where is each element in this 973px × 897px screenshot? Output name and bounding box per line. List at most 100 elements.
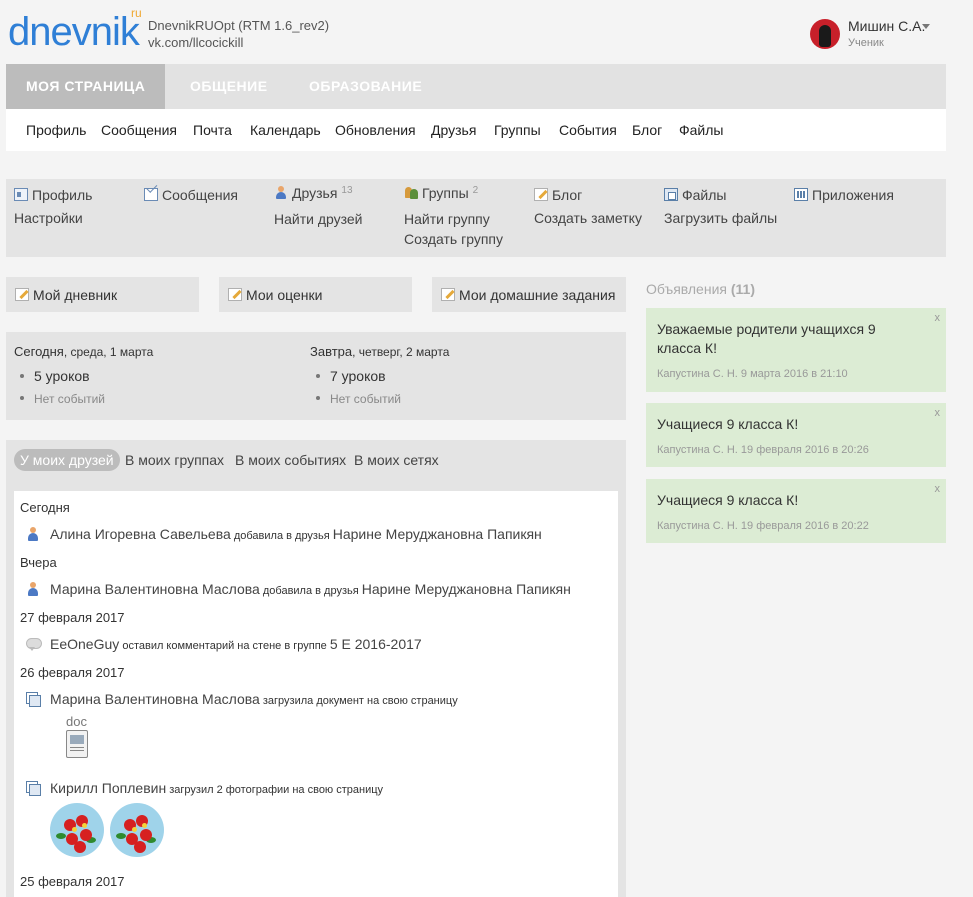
feed-actor[interactable]: Марина Валентиновна Маслова	[50, 691, 260, 707]
subnav-events[interactable]: События	[559, 122, 617, 138]
subnav-updates[interactable]: Обновления	[335, 122, 416, 138]
feed-tab-events[interactable]: В моих событиях	[235, 449, 346, 471]
announcement-text[interactable]: Учащиеся 9 класса К!	[657, 415, 919, 434]
day-today-title: Сегодня	[14, 344, 64, 359]
feed-item: EeOneGuy оставил комментарий на стене в …	[26, 636, 422, 652]
my-diary-button[interactable]: Мой дневник	[6, 277, 199, 312]
app-link[interactable]: vk.com/llcocickill	[148, 34, 329, 51]
feed-actor[interactable]: Марина Валентиновна Маслова	[50, 581, 260, 597]
feed-target[interactable]: 5 Е 2016-2017	[330, 636, 422, 652]
feed-actor[interactable]: Кирилл Поплевин	[50, 780, 166, 796]
quick-blog[interactable]: Блог	[534, 187, 582, 203]
announcements-count: (11)	[730, 281, 755, 297]
announcement-card[interactable]: Уважаемые родители учащихся 9 класса К! …	[646, 308, 946, 392]
announcements-label: Объявления	[646, 281, 727, 297]
close-icon[interactable]: x	[935, 312, 941, 324]
quick-upload-files[interactable]: Загрузить файлы	[664, 210, 777, 226]
avatar[interactable]	[810, 19, 840, 49]
user-icon	[26, 527, 40, 541]
tab-my-page[interactable]: МОЯ СТРАНИЦА	[6, 64, 166, 109]
logo[interactable]: dnevnik ru	[8, 6, 148, 56]
subnav-mail[interactable]: Почта	[193, 122, 232, 138]
feed-tab-friends[interactable]: У моих друзей	[14, 449, 120, 471]
bird-icon	[819, 25, 831, 47]
feed-tab-networks[interactable]: В моих сетях	[354, 449, 439, 471]
app-info: DnevnikRUOpt (RTM 1.6_rev2) vk.com/llcoc…	[148, 17, 329, 51]
subnav-friends[interactable]: Друзья	[431, 122, 476, 138]
subnav-files[interactable]: Файлы	[679, 122, 723, 138]
quick-links-panel: Профиль Настройки Сообщения Друзья 13 Най…	[6, 179, 946, 257]
day-today-lessons[interactable]: 5 уроков	[20, 368, 90, 384]
quick-messages[interactable]: Сообщения	[144, 187, 238, 203]
announcements-title[interactable]: Объявления (11)	[646, 281, 755, 297]
close-icon[interactable]: x	[935, 483, 941, 495]
document-file-icon[interactable]	[66, 730, 88, 758]
my-homework-button[interactable]: Мои домашние задания	[432, 277, 626, 312]
feed-target[interactable]: Нарине Меруджановна Папикян	[362, 581, 571, 597]
feed-item: Кирилл Поплевин загрузил 2 фотографии на…	[26, 780, 383, 796]
feed-action: оставил комментарий на стене в группе	[119, 640, 330, 652]
files-icon	[664, 188, 678, 201]
day-tomorrow-date: , четверг, 2 марта	[352, 345, 450, 359]
document-type-label: doc	[66, 714, 87, 729]
day-today-date: , среда, 1 марта	[63, 345, 154, 359]
feed-date: 25 февраля 2017	[20, 874, 125, 889]
pencil-icon	[534, 188, 548, 201]
feed-tab-groups[interactable]: В моих группах	[125, 449, 224, 471]
group-icon	[404, 186, 418, 199]
announcement-meta: Капустина С. Н. 19 февраля 2016 в 20:22	[657, 520, 869, 532]
quick-files[interactable]: Файлы	[664, 187, 726, 203]
announcement-text[interactable]: Уважаемые родители учащихся 9 класса К!	[657, 320, 919, 358]
quick-groups[interactable]: Группы 2	[404, 185, 478, 201]
announcement-card[interactable]: Учащиеся 9 класса К! Капустина С. Н. 19 …	[646, 403, 946, 467]
feed-action: загрузил 2 фотографии на свою страницу	[166, 784, 384, 796]
subnav-messages[interactable]: Сообщения	[101, 122, 177, 138]
day-tomorrow[interactable]: Завтра, четверг, 2 марта 7 уроков Нет со…	[310, 344, 450, 406]
friends-count: 13	[341, 185, 353, 196]
groups-count: 2	[472, 185, 479, 196]
tab-education[interactable]: ОБРАЗОВАНИЕ	[289, 64, 442, 109]
feed-target[interactable]: Нарине Меруджановна Папикян	[333, 526, 542, 542]
quick-create-group[interactable]: Создать группу	[404, 231, 503, 247]
apps-icon	[794, 188, 808, 201]
feed-actor[interactable]: Алина Игоревна Савельева	[50, 526, 231, 542]
day-today[interactable]: Сегодня, среда, 1 марта 5 уроков Нет соб…	[14, 344, 154, 406]
my-marks-button[interactable]: Мои оценки	[219, 277, 412, 312]
subnav-profile[interactable]: Профиль	[26, 122, 86, 138]
pencil-icon	[15, 288, 29, 301]
announcement-text[interactable]: Учащиеся 9 класса К!	[657, 491, 919, 510]
tab-communication[interactable]: ОБЩЕНИЕ	[170, 64, 288, 109]
photo-thumbnail[interactable]	[110, 803, 164, 857]
quick-apps[interactable]: Приложения	[794, 187, 894, 203]
announcement-card[interactable]: Учащиеся 9 класса К! Капустина С. Н. 19 …	[646, 479, 946, 543]
quick-find-friends[interactable]: Найти друзей	[274, 211, 363, 227]
feed-actor[interactable]: EeOneGuy	[50, 636, 119, 652]
feed-action: загрузила документ на свою страницу	[259, 695, 458, 707]
day-today-events: Нет событий	[20, 392, 105, 406]
subnav-blog[interactable]: Блог	[632, 122, 662, 138]
announcement-meta: Капустина С. Н. 19 февраля 2016 в 20:26	[657, 444, 869, 456]
quick-profile[interactable]: Профиль	[14, 187, 92, 203]
quick-settings[interactable]: Настройки	[14, 210, 83, 226]
quick-find-group[interactable]: Найти группу	[404, 211, 490, 227]
close-icon[interactable]: x	[935, 407, 941, 419]
subnav-calendar[interactable]: Календарь	[250, 122, 321, 138]
day-tomorrow-lessons[interactable]: 7 уроков	[316, 368, 386, 384]
days-panel: Сегодня, среда, 1 марта 5 уроков Нет соб…	[6, 332, 626, 420]
logo-text: dnevnik	[8, 10, 140, 54]
user-icon	[274, 186, 288, 199]
activity-feed: У моих друзей В моих группах В моих собы…	[6, 440, 626, 897]
photo-thumbnail[interactable]	[50, 803, 104, 857]
feed-item: Марина Валентиновна Маслова добавила в д…	[26, 581, 571, 597]
logo-suffix: ru	[131, 6, 142, 20]
comment-icon	[26, 637, 42, 651]
feed-date: 27 февраля 2017	[20, 610, 125, 625]
user-menu[interactable]: Мишин С.А. Ученик	[810, 18, 960, 52]
documents-icon	[26, 692, 41, 707]
pencil-icon	[441, 288, 455, 301]
user-name[interactable]: Мишин С.А.	[848, 18, 925, 34]
chevron-down-icon[interactable]	[922, 24, 930, 29]
quick-create-note[interactable]: Создать заметку	[534, 210, 642, 226]
subnav-groups[interactable]: Группы	[494, 122, 541, 138]
quick-friends[interactable]: Друзья 13	[274, 185, 353, 201]
